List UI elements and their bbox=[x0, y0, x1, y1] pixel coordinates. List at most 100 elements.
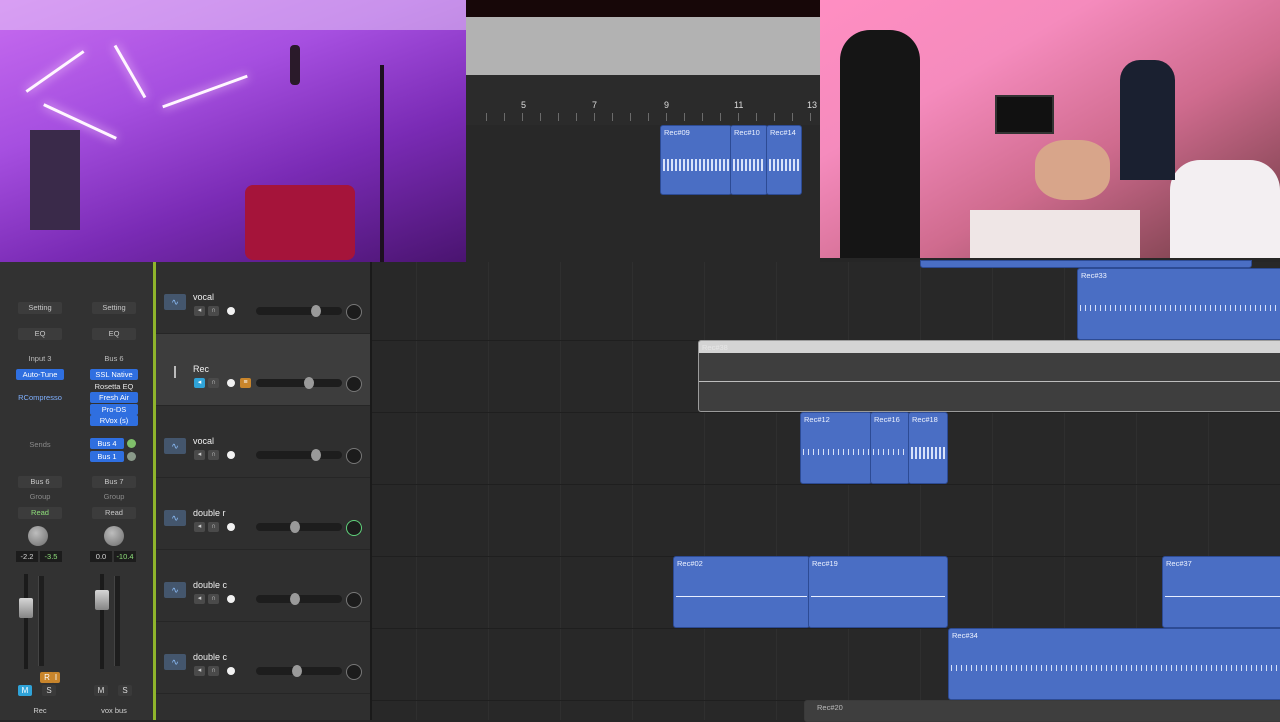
mute-icon[interactable]: ◂ bbox=[194, 594, 205, 604]
headphones-icon[interactable]: ∩ bbox=[208, 450, 219, 460]
record-arm-icon[interactable] bbox=[227, 595, 235, 603]
volume-fader[interactable] bbox=[19, 598, 33, 618]
pan-knob[interactable] bbox=[346, 376, 362, 392]
volume-handle[interactable] bbox=[290, 521, 300, 533]
volume-handle[interactable] bbox=[290, 593, 300, 605]
solo-button[interactable]: S bbox=[118, 685, 132, 696]
track-header[interactable]: Rec ◂ ∩ ≡ bbox=[156, 334, 370, 406]
send-slot[interactable]: Bus 4 bbox=[90, 438, 124, 449]
audio-region[interactable]: Rec#10 bbox=[730, 125, 768, 195]
pan-knob[interactable] bbox=[346, 592, 362, 608]
group-slot[interactable]: Group bbox=[14, 492, 66, 501]
audio-region[interactable]: Rec#33 bbox=[1077, 268, 1280, 340]
arrange-top-area[interactable]: Rec#09 Rec#10 Rec#14 bbox=[466, 125, 820, 262]
setting-button[interactable]: Setting bbox=[18, 302, 62, 314]
plugin-slot[interactable]: SSL Native bbox=[90, 369, 138, 380]
volume-slider[interactable] bbox=[256, 305, 342, 317]
input-monitor-icon[interactable]: ≡ bbox=[240, 378, 251, 388]
group-slot[interactable]: Group bbox=[88, 492, 140, 501]
record-arm-icon[interactable] bbox=[227, 379, 235, 387]
track-header[interactable]: ∿ vocal ◂ ∩ bbox=[156, 262, 370, 334]
eq-button[interactable]: EQ bbox=[92, 328, 136, 340]
mute-icon[interactable]: ◂ bbox=[194, 306, 205, 316]
headphones-icon[interactable]: ∩ bbox=[208, 666, 219, 676]
pan-knob[interactable] bbox=[346, 664, 362, 680]
timeline-ruler[interactable]: 5 7 9 11 13 bbox=[466, 75, 820, 125]
volume-handle[interactable] bbox=[292, 665, 302, 677]
track-name[interactable]: double c bbox=[193, 580, 227, 590]
automation-mode[interactable]: Read bbox=[92, 507, 136, 519]
record-arm-icon[interactable] bbox=[227, 451, 235, 459]
mute-icon[interactable]: ◂ bbox=[194, 378, 205, 388]
audio-region[interactable]: Rec#34 bbox=[948, 628, 1280, 700]
volume-fader[interactable] bbox=[95, 590, 109, 610]
track-name[interactable]: double r bbox=[193, 508, 226, 518]
mute-button[interactable]: M bbox=[18, 685, 32, 696]
audio-region[interactable]: Rec#20 bbox=[804, 700, 1280, 722]
track-name[interactable]: vocal bbox=[193, 436, 214, 446]
audio-region[interactable]: Rec#19 bbox=[808, 556, 948, 628]
pan-knob[interactable] bbox=[28, 526, 48, 546]
record-arm-icon[interactable] bbox=[227, 667, 235, 675]
setting-button[interactable]: Setting bbox=[92, 302, 136, 314]
volume-slider[interactable] bbox=[256, 665, 342, 677]
volume-fader-track[interactable] bbox=[100, 574, 104, 669]
pan-knob[interactable] bbox=[346, 304, 362, 320]
plugin-slot[interactable]: RVox (s) bbox=[90, 415, 138, 426]
input-slot[interactable]: Bus 6 bbox=[88, 354, 140, 363]
audio-region[interactable]: Rec#09 bbox=[660, 125, 732, 195]
track-name[interactable]: double c bbox=[193, 652, 227, 662]
track-header[interactable]: ∿ vocal ◂ ∩ bbox=[156, 406, 370, 478]
volume-slider[interactable] bbox=[256, 377, 342, 389]
mute-icon[interactable]: ◂ bbox=[194, 666, 205, 676]
volume-slider[interactable] bbox=[256, 449, 342, 461]
volume-handle[interactable] bbox=[311, 305, 321, 317]
headphones-icon[interactable]: ∩ bbox=[208, 522, 219, 532]
audio-region[interactable] bbox=[920, 260, 1252, 268]
track-header[interactable]: ∿ double c ◂ ∩ bbox=[156, 550, 370, 622]
output-slot[interactable]: Bus 6 bbox=[18, 476, 62, 488]
solo-button[interactable]: S bbox=[42, 685, 56, 696]
plugin-slot[interactable]: Fresh Air bbox=[90, 392, 138, 403]
pan-knob[interactable] bbox=[346, 448, 362, 464]
pan-knob[interactable] bbox=[104, 526, 124, 546]
headphones-icon[interactable]: ∩ bbox=[208, 306, 219, 316]
pan-knob[interactable] bbox=[346, 520, 362, 536]
audio-region[interactable]: Rec#14 bbox=[766, 125, 802, 195]
audio-region[interactable]: Rec#12 bbox=[800, 412, 872, 484]
input-monitor-button[interactable]: I bbox=[52, 672, 60, 683]
plugin-slot[interactable]: Pro-DS bbox=[90, 404, 138, 415]
headphones-icon[interactable]: ∩ bbox=[208, 594, 219, 604]
input-slot[interactable]: Input 3 bbox=[14, 354, 66, 363]
audio-region[interactable]: Rec#18 bbox=[908, 412, 948, 484]
send-level-knob[interactable] bbox=[127, 452, 136, 461]
automation-mode[interactable]: Read bbox=[18, 507, 62, 519]
plugin-slot[interactable]: Auto-Tune bbox=[16, 369, 64, 380]
volume-fader-track[interactable] bbox=[24, 574, 28, 669]
volume-slider[interactable] bbox=[256, 521, 342, 533]
mute-icon[interactable]: ◂ bbox=[194, 522, 205, 532]
record-arm-icon[interactable] bbox=[227, 307, 235, 315]
send-level-knob[interactable] bbox=[127, 439, 136, 448]
track-name[interactable]: vocal bbox=[193, 292, 214, 302]
arrange-area[interactable]: Rec#33 Rec#38 Rec#12 Rec#16 Rec#18 Rec#0… bbox=[372, 260, 1280, 722]
recording-region[interactable]: Rec#38 bbox=[698, 340, 1280, 412]
mute-button[interactable]: M bbox=[94, 685, 108, 696]
headphones-icon[interactable]: ∩ bbox=[208, 378, 219, 388]
track-header[interactable]: ∿ double r ◂ ∩ bbox=[156, 478, 370, 550]
plugin-slot[interactable]: RCompresso bbox=[14, 393, 66, 402]
eq-button[interactable]: EQ bbox=[18, 328, 62, 340]
audio-region[interactable]: Rec#37 bbox=[1162, 556, 1280, 628]
track-name[interactable]: Rec bbox=[193, 364, 209, 374]
volume-handle[interactable] bbox=[304, 377, 314, 389]
plugin-slot[interactable]: Rosetta EQ bbox=[88, 382, 140, 391]
volume-slider[interactable] bbox=[256, 593, 342, 605]
track-header[interactable]: ∿ double c ◂ ∩ bbox=[156, 622, 370, 694]
volume-handle[interactable] bbox=[311, 449, 321, 461]
audio-region[interactable]: Rec#02 bbox=[673, 556, 810, 628]
output-slot[interactable]: Bus 7 bbox=[92, 476, 136, 488]
send-slot[interactable]: Bus 1 bbox=[90, 451, 124, 462]
mute-icon[interactable]: ◂ bbox=[194, 450, 205, 460]
record-arm-icon[interactable] bbox=[227, 523, 235, 531]
audio-region[interactable]: Rec#16 bbox=[870, 412, 910, 484]
